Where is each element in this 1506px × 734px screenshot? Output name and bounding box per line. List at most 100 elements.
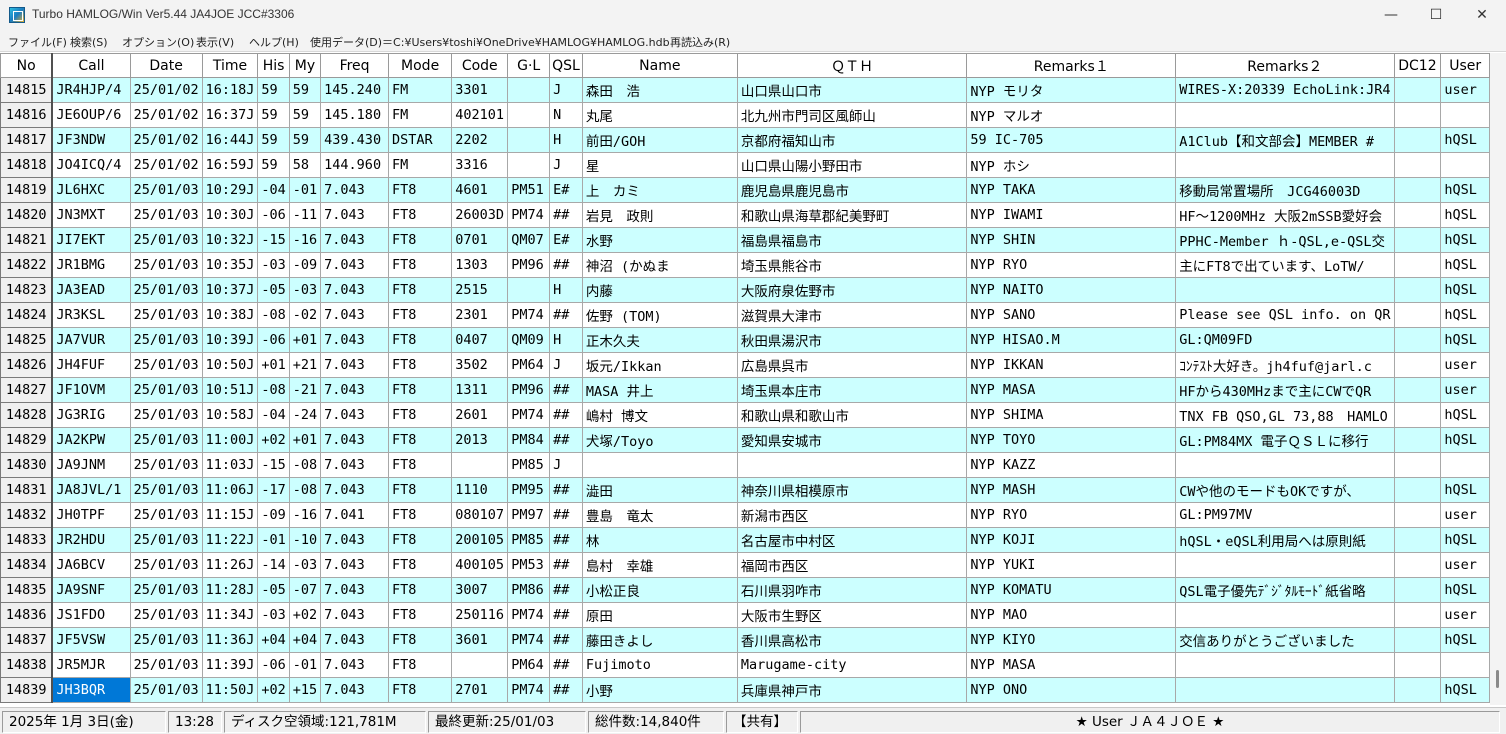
cell-call[interactable]: JA7VUR: [51, 327, 131, 353]
minimize-button[interactable]: —: [1368, 0, 1414, 30]
cell-date[interactable]: 25/01/03: [129, 327, 203, 353]
cell-dc12[interactable]: [1393, 627, 1442, 653]
cell-time[interactable]: 10:30J: [201, 202, 259, 228]
cell-no[interactable]: 14832: [0, 502, 53, 528]
cell-remarks2[interactable]: Please see QSL info. on QR: [1175, 302, 1395, 328]
cell-qth[interactable]: 新潟市西区: [736, 502, 968, 528]
table-row[interactable]: 14835 JA9SNF 25/01/03 11:28J -05 -07 7.043 FT8 3…: [0, 577, 1490, 603]
cell-freq[interactable]: 7.043: [320, 452, 389, 478]
cell-remarks2[interactable]: QSL電子優先ﾃﾞｼﾞﾀﾙﾓｰﾄﾞ紙省略: [1175, 577, 1395, 603]
cell-his[interactable]: -14: [257, 552, 290, 578]
cell-remarks2[interactable]: [1175, 102, 1395, 128]
cell-date[interactable]: 25/01/03: [129, 552, 203, 578]
cell-qth[interactable]: 広島県呉市: [736, 352, 968, 378]
cell-name[interactable]: 豊島 竜太: [581, 502, 738, 528]
cell-remarks2[interactable]: A1Club【和文部会】MEMBER #: [1175, 127, 1395, 153]
cell-no[interactable]: 14837: [0, 627, 53, 653]
cell-name[interactable]: [581, 452, 738, 478]
cell-qsl[interactable]: ##: [549, 502, 583, 528]
cell-his[interactable]: -15: [257, 227, 290, 253]
cell-qsl[interactable]: J: [549, 352, 583, 378]
cell-my[interactable]: -07: [288, 577, 322, 603]
menu-help[interactable]: ヘルプ(H): [249, 34, 299, 50]
cell-dc12[interactable]: [1393, 652, 1442, 678]
cell-date[interactable]: 25/01/03: [129, 627, 203, 653]
cell-name[interactable]: 神沼 (かぬま: [581, 252, 738, 278]
cell-call[interactable]: JH4FUF: [51, 352, 131, 378]
cell-name[interactable]: 星: [581, 152, 738, 178]
cell-name[interactable]: 嶋村 博文: [581, 402, 738, 428]
cell-user[interactable]: [1440, 452, 1490, 478]
cell-user[interactable]: hQSL: [1440, 677, 1490, 703]
cell-my[interactable]: -01: [288, 177, 322, 203]
cell-his[interactable]: -17: [257, 477, 290, 503]
cell-his[interactable]: 59: [257, 77, 290, 103]
cell-date[interactable]: 25/01/03: [129, 202, 203, 228]
cell-qsl[interactable]: ##: [549, 627, 583, 653]
cell-remarks1[interactable]: NYP SHIN: [966, 227, 1177, 253]
cell-mode[interactable]: FT8: [387, 552, 453, 578]
cell-no[interactable]: 14823: [0, 277, 53, 303]
cell-date[interactable]: 25/01/03: [129, 402, 203, 428]
cell-remarks1[interactable]: NYP RYO: [966, 252, 1177, 278]
cell-mode[interactable]: FT8: [387, 502, 453, 528]
cell-mode[interactable]: FT8: [387, 427, 453, 453]
cell-gl[interactable]: PM74: [507, 302, 551, 328]
cell-his[interactable]: -03: [257, 252, 290, 278]
cell-code[interactable]: 2301: [451, 302, 509, 328]
cell-freq[interactable]: 7.043: [320, 377, 389, 403]
cell-my[interactable]: +01: [288, 427, 322, 453]
cell-qth[interactable]: 福岡市西区: [736, 552, 968, 578]
cell-code[interactable]: 1311: [451, 377, 509, 403]
cell-remarks1[interactable]: NYP MAO: [966, 602, 1177, 628]
cell-qsl[interactable]: ##: [549, 377, 583, 403]
table-row[interactable]: 14815 JR4HJP/4 25/01/02 16:18J 59 59 145.240 FM…: [0, 77, 1490, 103]
cell-remarks2[interactable]: GL:PM97MV: [1175, 502, 1395, 528]
cell-time[interactable]: 16:18J: [201, 77, 259, 103]
cell-mode[interactable]: FT8: [387, 327, 453, 353]
cell-mode[interactable]: FT8: [387, 402, 453, 428]
cell-call[interactable]: JI7EKT: [51, 227, 131, 253]
cell-no[interactable]: 14815: [0, 77, 53, 103]
cell-name[interactable]: 水野: [581, 227, 738, 253]
cell-qth[interactable]: 大阪市生野区: [736, 602, 968, 628]
cell-his[interactable]: +02: [257, 427, 290, 453]
cell-user[interactable]: hQSL: [1440, 427, 1490, 453]
column-header-call[interactable]: Call: [51, 53, 131, 78]
cell-no[interactable]: 14827: [0, 377, 53, 403]
cell-my[interactable]: -16: [288, 502, 322, 528]
cell-qth[interactable]: 名古屋市中村区: [736, 527, 968, 553]
cell-code[interactable]: 1110: [451, 477, 509, 503]
cell-mode[interactable]: FT8: [387, 627, 453, 653]
table-row[interactable]: 14833 JR2HDU 25/01/03 11:22J -01 -10 7.043 FT8 2…: [0, 527, 1490, 553]
cell-gl[interactable]: PM85: [507, 527, 551, 553]
cell-time[interactable]: 16:44J: [201, 127, 259, 153]
cell-dc12[interactable]: [1393, 77, 1442, 103]
cell-qth[interactable]: 鹿児島県鹿児島市: [736, 177, 968, 203]
cell-my[interactable]: +01: [288, 327, 322, 353]
cell-code[interactable]: [451, 452, 509, 478]
cell-time[interactable]: 16:37J: [201, 102, 259, 128]
cell-date[interactable]: 25/01/03: [129, 177, 203, 203]
cell-user[interactable]: [1440, 652, 1490, 678]
cell-mode[interactable]: FT8: [387, 577, 453, 603]
table-row[interactable]: 14825 JA7VUR 25/01/03 10:39J -06 +01 7.043 FT8 0…: [0, 327, 1490, 353]
cell-call[interactable]: JR5MJR: [51, 652, 131, 678]
cell-freq[interactable]: 7.043: [320, 327, 389, 353]
cell-remarks1[interactable]: NYP HISAO.M: [966, 327, 1177, 353]
cell-remarks2[interactable]: ｺﾝﾃｽﾄ大好き。jh4fuf@jarl.c: [1175, 352, 1395, 378]
cell-user[interactable]: hQSL: [1440, 527, 1490, 553]
cell-dc12[interactable]: [1393, 427, 1442, 453]
column-header-date[interactable]: Date: [129, 53, 203, 78]
cell-no[interactable]: 14836: [0, 602, 53, 628]
cell-qth[interactable]: 北九州市門司区風師山: [736, 102, 968, 128]
cell-no[interactable]: 14826: [0, 352, 53, 378]
cell-dc12[interactable]: [1393, 302, 1442, 328]
cell-qsl[interactable]: ##: [549, 202, 583, 228]
cell-code[interactable]: 26003D: [451, 202, 509, 228]
menu-options[interactable]: オプション(O): [122, 34, 194, 50]
cell-date[interactable]: 25/01/03: [129, 602, 203, 628]
cell-my[interactable]: -01: [288, 652, 322, 678]
cell-remarks2[interactable]: TNX FB QSO,GL 73,88 HAMLO: [1175, 402, 1395, 428]
cell-his[interactable]: -06: [257, 327, 290, 353]
